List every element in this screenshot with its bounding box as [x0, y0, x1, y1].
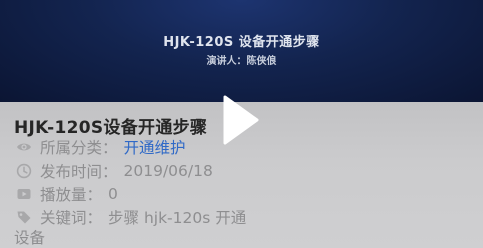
plays-value: 0: [108, 185, 118, 203]
keywords-value: 步骤 hjk-120s 开通: [108, 209, 247, 227]
clock-icon: [16, 163, 32, 179]
date-value: 2019/06/18: [123, 162, 213, 180]
presenter-name: 陈侠俍: [246, 56, 277, 67]
video-title: HJK-120S设备开通步骤: [14, 118, 208, 138]
play-button[interactable]: [222, 94, 260, 146]
banner-title: HJK-120S 设备开通步骤: [163, 35, 320, 50]
date-row: 发布时间： 2019/06/18: [16, 161, 213, 181]
keywords-value-continued: 设备: [14, 229, 46, 247]
video-banner[interactable]: HJK-120S 设备开通步骤 演讲人：陈侠俍: [0, 0, 483, 102]
plays-label: 播放量：: [40, 186, 103, 204]
category-label: 所属分类：: [40, 139, 118, 157]
category-row: 所属分类： 开通维护: [16, 137, 186, 157]
keywords-label: 关键词：: [40, 209, 103, 227]
keywords-row: 关键词： 步骤 hjk-120s 开通: [16, 207, 246, 227]
plays-row: 播放量： 0: [16, 184, 118, 204]
presenter-label: 演讲人：: [206, 56, 247, 67]
eye-icon: [17, 143, 31, 151]
play-icon: [223, 95, 259, 145]
banner-presenter: 演讲人：陈侠俍: [0, 52, 483, 67]
play-count-icon: [17, 189, 31, 199]
date-label: 发布时间：: [40, 163, 118, 181]
category-link[interactable]: 开通维护: [124, 136, 186, 158]
tag-icon: [17, 211, 31, 224]
